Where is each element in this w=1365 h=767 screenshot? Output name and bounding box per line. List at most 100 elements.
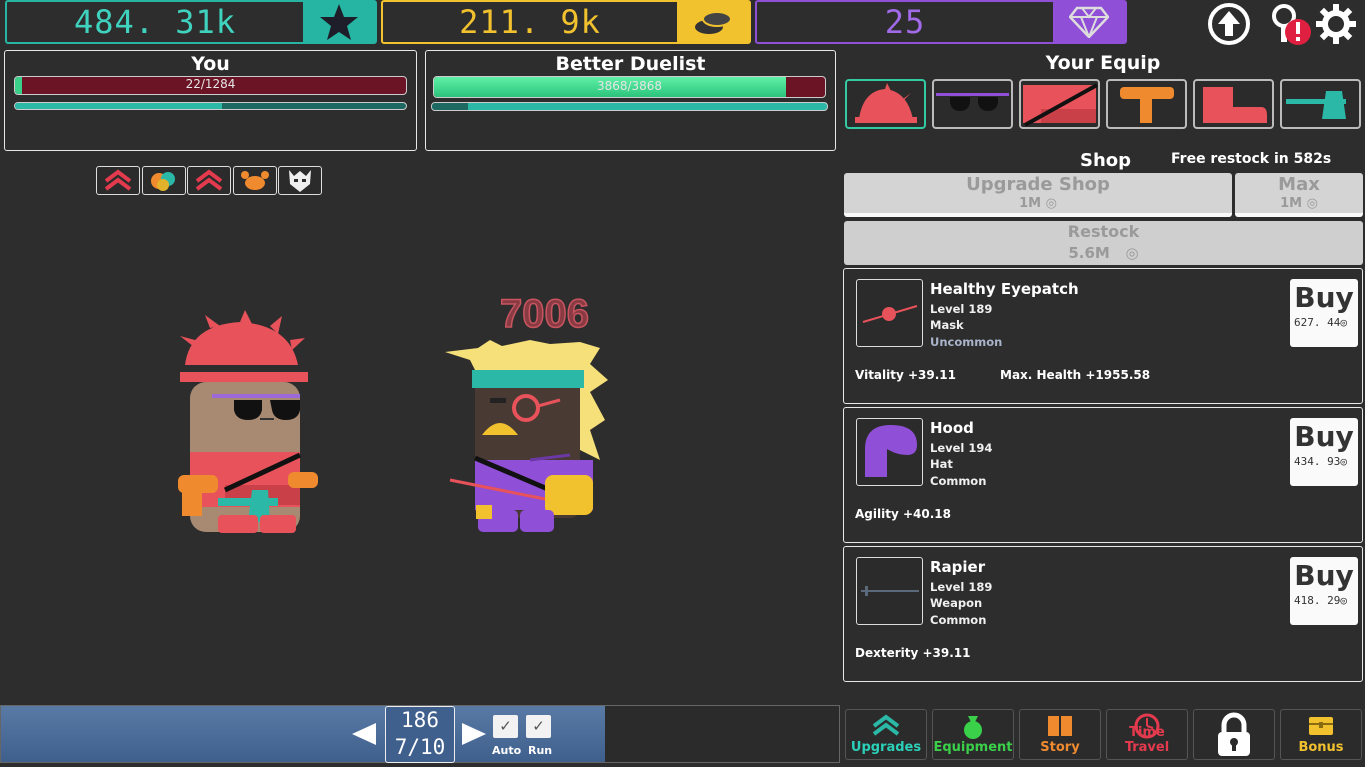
star-icon — [303, 2, 375, 42]
skill-speed-up-icon[interactable] — [187, 166, 231, 195]
equip-slot-boots[interactable] — [1193, 79, 1274, 129]
run-label: Run — [528, 744, 553, 757]
shop-title: Shop — [1080, 150, 1132, 171]
equip-slot-hat[interactable] — [845, 79, 926, 129]
equip-slot-armor[interactable] — [1019, 79, 1100, 129]
item-name: Rapier — [930, 558, 986, 576]
achievements-alert-icon[interactable] — [1268, 2, 1314, 48]
item-type: Hat — [930, 457, 953, 471]
item-stat: Dexterity +39.11 — [855, 646, 971, 660]
buy-button[interactable]: Buy 434. 93◎ — [1290, 418, 1358, 486]
upgrade-shop-button[interactable]: Upgrade Shop 1M ◎ — [844, 173, 1232, 217]
prestige-up-icon[interactable] — [1207, 2, 1251, 46]
buy-label: Buy — [1294, 281, 1354, 314]
shop-item[interactable]: Hood Level 194 Hat Common Agility +40.18… — [843, 407, 1363, 543]
gems-counter: 25 — [755, 0, 1127, 44]
coin-icon: ◎ — [1340, 594, 1347, 607]
coin-icon: ◎ — [1306, 196, 1318, 211]
max-label: Max — [1278, 174, 1320, 195]
hood-icon — [856, 418, 923, 486]
max-upgrade-button[interactable]: Max 1M ◎ — [1235, 173, 1363, 217]
book-icon — [1048, 716, 1072, 736]
next-stage-arrow-icon[interactable] — [460, 722, 488, 750]
nav-time-travel-label: Time Travel — [1124, 725, 1170, 755]
upgrade-shop-price: 1M — [1019, 196, 1042, 211]
damage-number: 7006 — [499, 291, 589, 337]
previous-stage-arrow-icon[interactable] — [350, 722, 378, 750]
shop-item[interactable]: Rapier Level 189 Weapon Common Dexterity… — [843, 546, 1363, 682]
stage-wave: 7/10 — [394, 735, 446, 759]
enemy-title: Better Duelist — [555, 53, 706, 75]
enemy-xp-bar — [431, 102, 828, 111]
player-xp-bar — [14, 102, 407, 110]
auto-label: Auto — [492, 744, 522, 757]
equip-slot-glasses[interactable] — [932, 79, 1013, 129]
settings-gear-icon[interactable] — [1314, 2, 1358, 46]
auto-checkbox[interactable]: ✓ — [493, 715, 518, 738]
item-type: Mask — [930, 318, 964, 332]
restock-price: 5.6M — [1068, 244, 1110, 262]
item-price: 434. 93 — [1294, 455, 1341, 468]
coin-icon: ◎ — [1340, 316, 1347, 329]
nav-upgrades[interactable]: Upgrades — [845, 709, 927, 760]
item-rarity: Common — [930, 613, 987, 627]
restock-button[interactable]: Restock 5.6M ◎ — [844, 221, 1363, 265]
stage-counter: 186 7/10 — [385, 706, 455, 763]
equip-slot-weapon[interactable] — [1106, 79, 1187, 129]
buy-button[interactable]: Buy 627. 44◎ — [1290, 279, 1358, 347]
nav-equipment[interactable]: Equipment — [932, 709, 1014, 760]
gems-value: 25 — [884, 3, 926, 41]
coins-value: 211. 9k — [459, 3, 601, 41]
nav-bonus[interactable]: Bonus — [1280, 709, 1362, 760]
stage-level: 186 — [401, 708, 439, 732]
nav-story-label: Story — [1040, 740, 1080, 755]
rapier-icon — [856, 557, 923, 625]
skill-coin-gain-icon[interactable] — [142, 166, 186, 195]
coin-icon: ◎ — [1045, 196, 1057, 211]
item-level: Level 189 — [930, 580, 993, 594]
lock-icon — [1218, 712, 1250, 756]
enemy-panel: Better Duelist 3868/3868 — [425, 50, 836, 151]
skill-attack-up-icon[interactable] — [96, 166, 140, 195]
item-name: Hood — [930, 419, 974, 437]
enemy-health-text: 3868/3868 — [596, 79, 663, 93]
shop-item[interactable]: Healthy Eyepatch Level 189 Mask Uncommon… — [843, 268, 1363, 404]
chest-icon — [1309, 717, 1333, 735]
skill-demon-mask-icon[interactable] — [278, 166, 322, 195]
buy-button[interactable]: Buy 418. 29◎ — [1290, 557, 1358, 625]
nav-locked[interactable] — [1193, 709, 1275, 760]
buy-label: Buy — [1294, 559, 1354, 592]
item-type: Weapon — [930, 596, 983, 610]
item-rarity: Common — [930, 474, 987, 488]
item-name: Healthy Eyepatch — [930, 280, 1079, 298]
item-stat: Max. Health +1955.58 — [1000, 368, 1151, 382]
nav-equipment-label: Equipment — [933, 740, 1013, 755]
equip-slot-axe[interactable] — [1280, 79, 1361, 129]
item-level: Level 194 — [930, 441, 993, 455]
item-level: Level 189 — [930, 302, 993, 316]
item-rarity: Uncommon — [930, 335, 1003, 349]
item-price: 418. 29 — [1294, 594, 1341, 607]
eyepatch-icon — [856, 279, 923, 347]
player-title: You — [191, 53, 230, 75]
player-character — [170, 310, 320, 535]
upgrades-icon — [872, 714, 900, 736]
nav-story[interactable]: Story — [1019, 709, 1101, 760]
stars-value: 484. 31k — [73, 3, 237, 41]
shop-restock-timer: Free restock in 582s — [1171, 151, 1332, 167]
coin-icon: ◎ — [1125, 244, 1139, 262]
item-stat: Vitality +39.11 — [855, 368, 956, 382]
enemy-health-bar: 3868/3868 — [433, 76, 826, 98]
restock-label: Restock — [1067, 222, 1140, 241]
max-price: 1M — [1280, 196, 1303, 211]
skill-crab-icon[interactable] — [233, 166, 277, 195]
upgrade-shop-label: Upgrade Shop — [966, 174, 1110, 195]
buy-label: Buy — [1294, 420, 1354, 453]
money-bag-icon — [964, 716, 982, 739]
coins-counter: 211. 9k — [381, 0, 751, 44]
item-stat: Agility +40.18 — [855, 507, 951, 521]
run-checkbox[interactable]: ✓ — [526, 715, 551, 738]
nav-upgrades-label: Upgrades — [850, 740, 922, 755]
nav-time-travel[interactable]: Time Travel — [1106, 709, 1188, 760]
stars-counter: 484. 31k — [5, 0, 377, 44]
